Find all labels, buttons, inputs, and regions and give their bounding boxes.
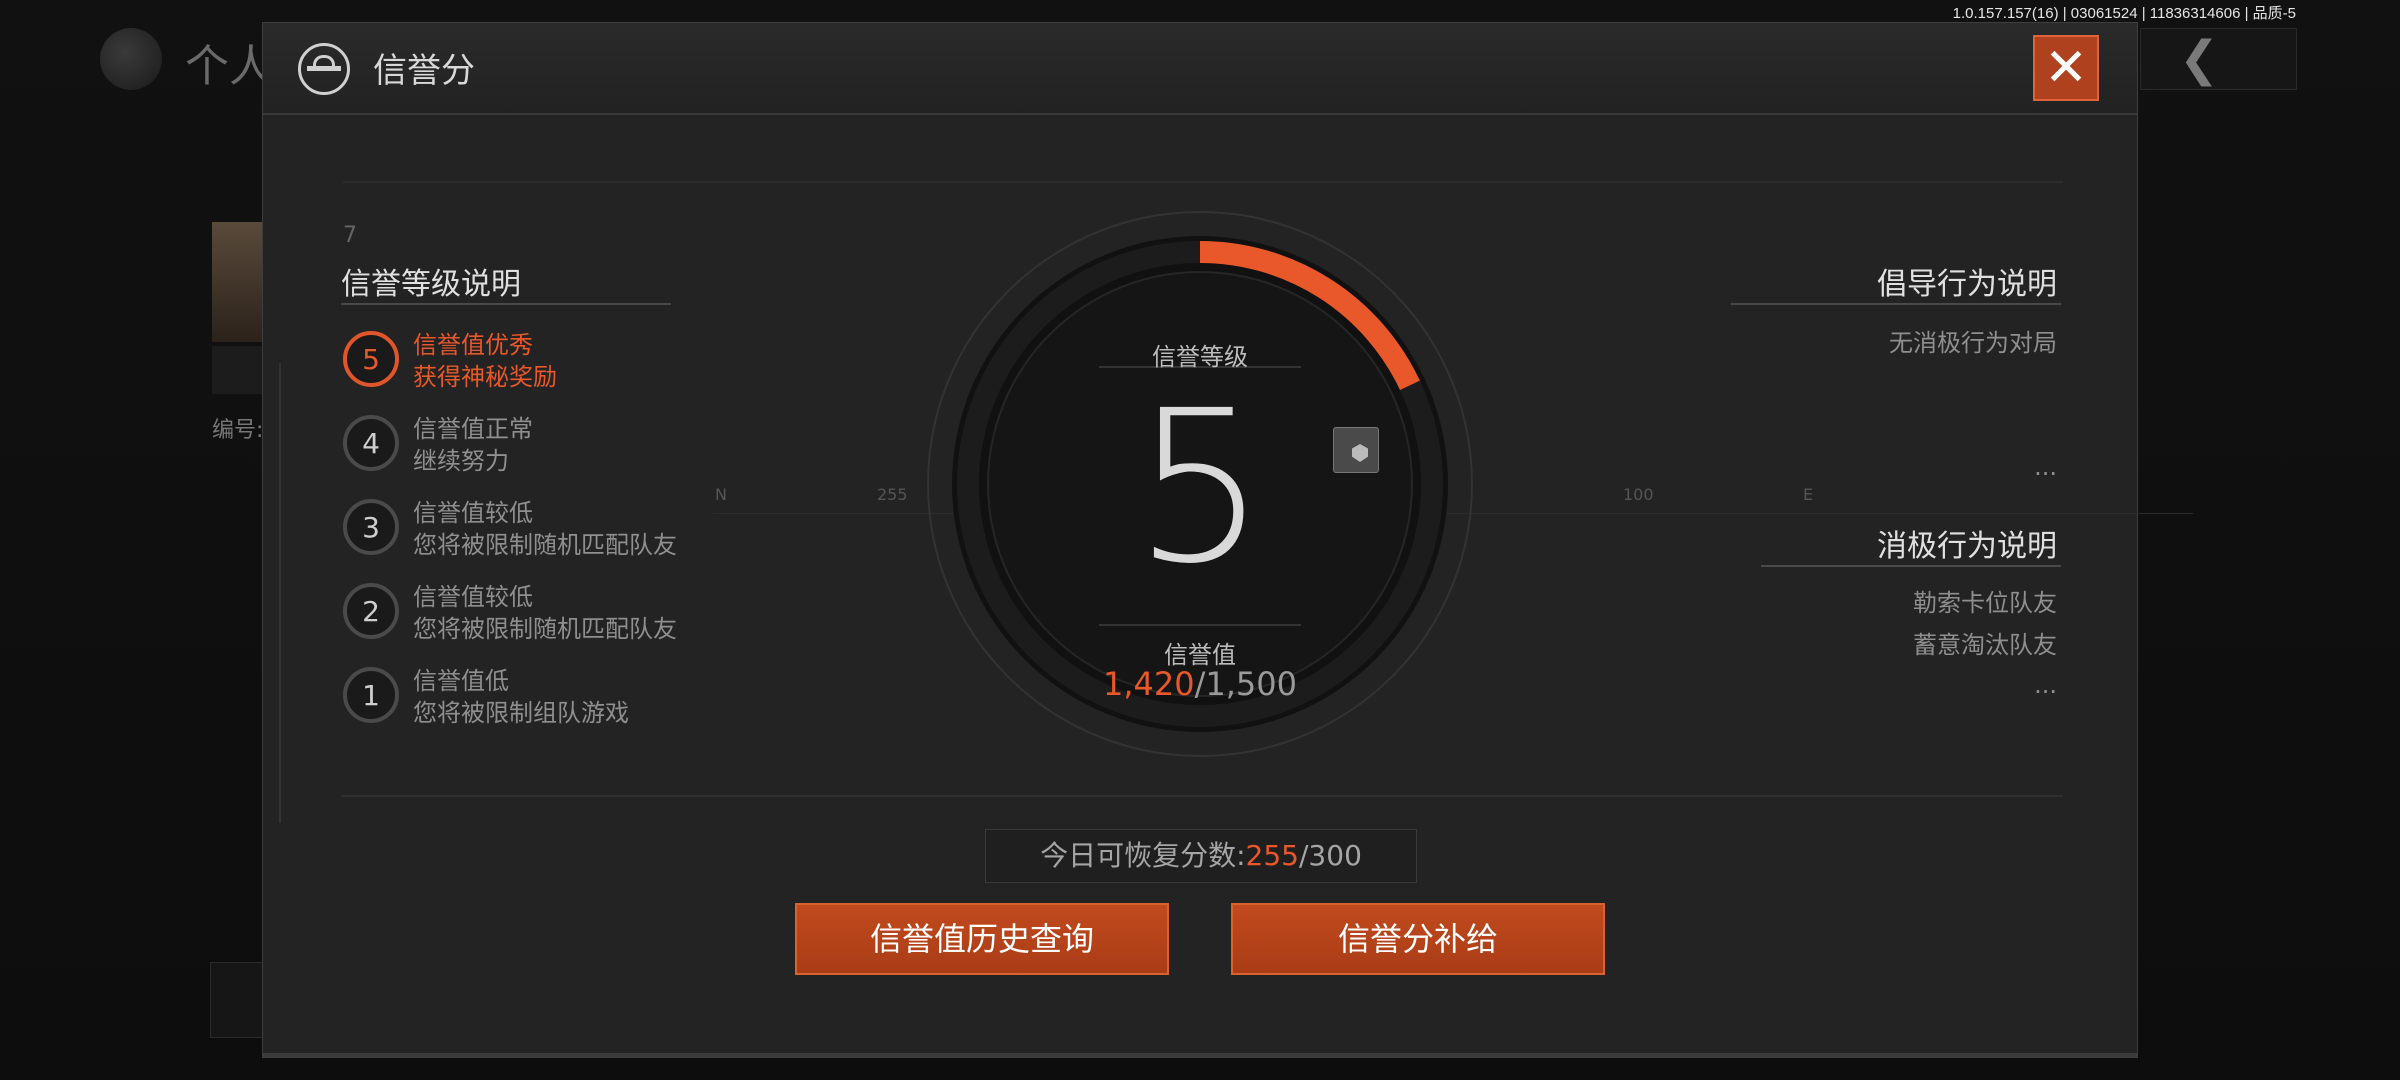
version-text: 1.0.157.157(16) | 03061524 | 11836314606… — [1952, 5, 2296, 22]
daily-recover-box: 今日可恢复分数:255/300 — [985, 829, 1417, 883]
negative-item: 勒索卡位队友 — [1913, 589, 2057, 617]
recover-label: 今日可恢复分数: — [1040, 839, 1246, 872]
level-desc: 继续努力 — [413, 447, 509, 475]
level-row-1: 1 信誉值低 您将被限制组队游戏 — [343, 661, 763, 731]
divider — [1731, 303, 2061, 305]
back-button[interactable]: ❮ — [2140, 28, 2297, 90]
close-icon: ✕ — [2044, 38, 2088, 98]
modal-title: 信誉分 — [373, 51, 475, 91]
level-row-3: 3 信誉值较低 您将被限制随机匹配队友 — [343, 493, 763, 563]
level-desc: 您将被限制随机匹配队友 — [413, 615, 677, 643]
level-title: 信誉值较低 — [413, 583, 533, 611]
divider — [279, 363, 281, 823]
history-query-button[interactable]: 信誉值历史查询 — [795, 903, 1169, 975]
divider — [343, 181, 2063, 183]
credit-score-modal: 信誉分 ✕ 7 信誉等级说明 5 信誉值优秀 获得神秘奖励 4 信誉值正常 继续… — [262, 22, 2193, 1058]
encourage-item: 无消极行为对局 — [1889, 329, 2057, 357]
negative-item: 蓄意淘汰队友 — [1913, 631, 2057, 659]
credit-score-current: 1,420 — [1103, 665, 1195, 703]
level-title: 信誉值低 — [413, 667, 509, 695]
credit-score-max: /1,500 — [1194, 665, 1297, 703]
modal-bottom-bar — [263, 1053, 2137, 1057]
divider — [1761, 565, 2061, 567]
background-title: 个人 — [185, 41, 273, 92]
shield-icon[interactable] — [1333, 427, 1379, 473]
level-desc: 获得神秘奖励 — [413, 363, 557, 391]
level-row-4: 4 信誉值正常 继续努力 — [343, 409, 763, 479]
level-desc: 您将被限制组队游戏 — [413, 699, 629, 727]
level-badge: 3 — [343, 499, 399, 555]
more-indicator: ... — [2034, 671, 2057, 699]
axis-label: 255 — [877, 485, 908, 504]
recover-max: /300 — [1299, 839, 1362, 872]
axis-label: E — [1803, 485, 1814, 504]
modal-header: 信誉分 ✕ — [263, 23, 2137, 115]
recover-current: 255 — [1245, 839, 1299, 872]
level-title: 信誉值正常 — [413, 415, 533, 443]
encourage-behavior-title: 倡导行为说明 — [1877, 267, 2057, 302]
level-explanation-title: 信誉等级说明 — [341, 267, 521, 302]
helmet-icon — [298, 43, 350, 95]
close-button[interactable]: ✕ — [2033, 35, 2099, 101]
divider — [341, 795, 2063, 797]
decorative-number: 7 — [343, 223, 357, 248]
level-row-2: 2 信誉值较低 您将被限制随机匹配队友 — [343, 577, 763, 647]
credit-level-dial: 信誉等级 5 信誉值 1,420/1,500 — [949, 233, 1451, 735]
axis-label: 100 — [1623, 485, 1654, 504]
chevron-left-icon: ❮ — [2179, 31, 2220, 87]
negative-behavior-title: 消极行为说明 — [1877, 529, 2057, 564]
level-title: 信誉值较低 — [413, 499, 533, 527]
level-badge: 4 — [343, 415, 399, 471]
score-supplement-button[interactable]: 信誉分补给 — [1231, 903, 1605, 975]
divider — [341, 303, 671, 305]
credit-score-value: 1,420/1,500 — [949, 665, 1451, 703]
background-code-label: 编号: — [212, 418, 264, 443]
level-badge: 2 — [343, 583, 399, 639]
level-badge: 5 — [343, 331, 399, 387]
level-badge: 1 — [343, 667, 399, 723]
avatar — [100, 28, 162, 90]
level-row-5: 5 信誉值优秀 获得神秘奖励 — [343, 325, 763, 395]
more-indicator: ... — [2034, 453, 2057, 481]
level-title: 信誉值优秀 — [413, 331, 533, 359]
axis-label: N — [715, 485, 727, 504]
credit-level-value: 5 — [1133, 365, 1267, 610]
level-desc: 您将被限制随机匹配队友 — [413, 531, 677, 559]
